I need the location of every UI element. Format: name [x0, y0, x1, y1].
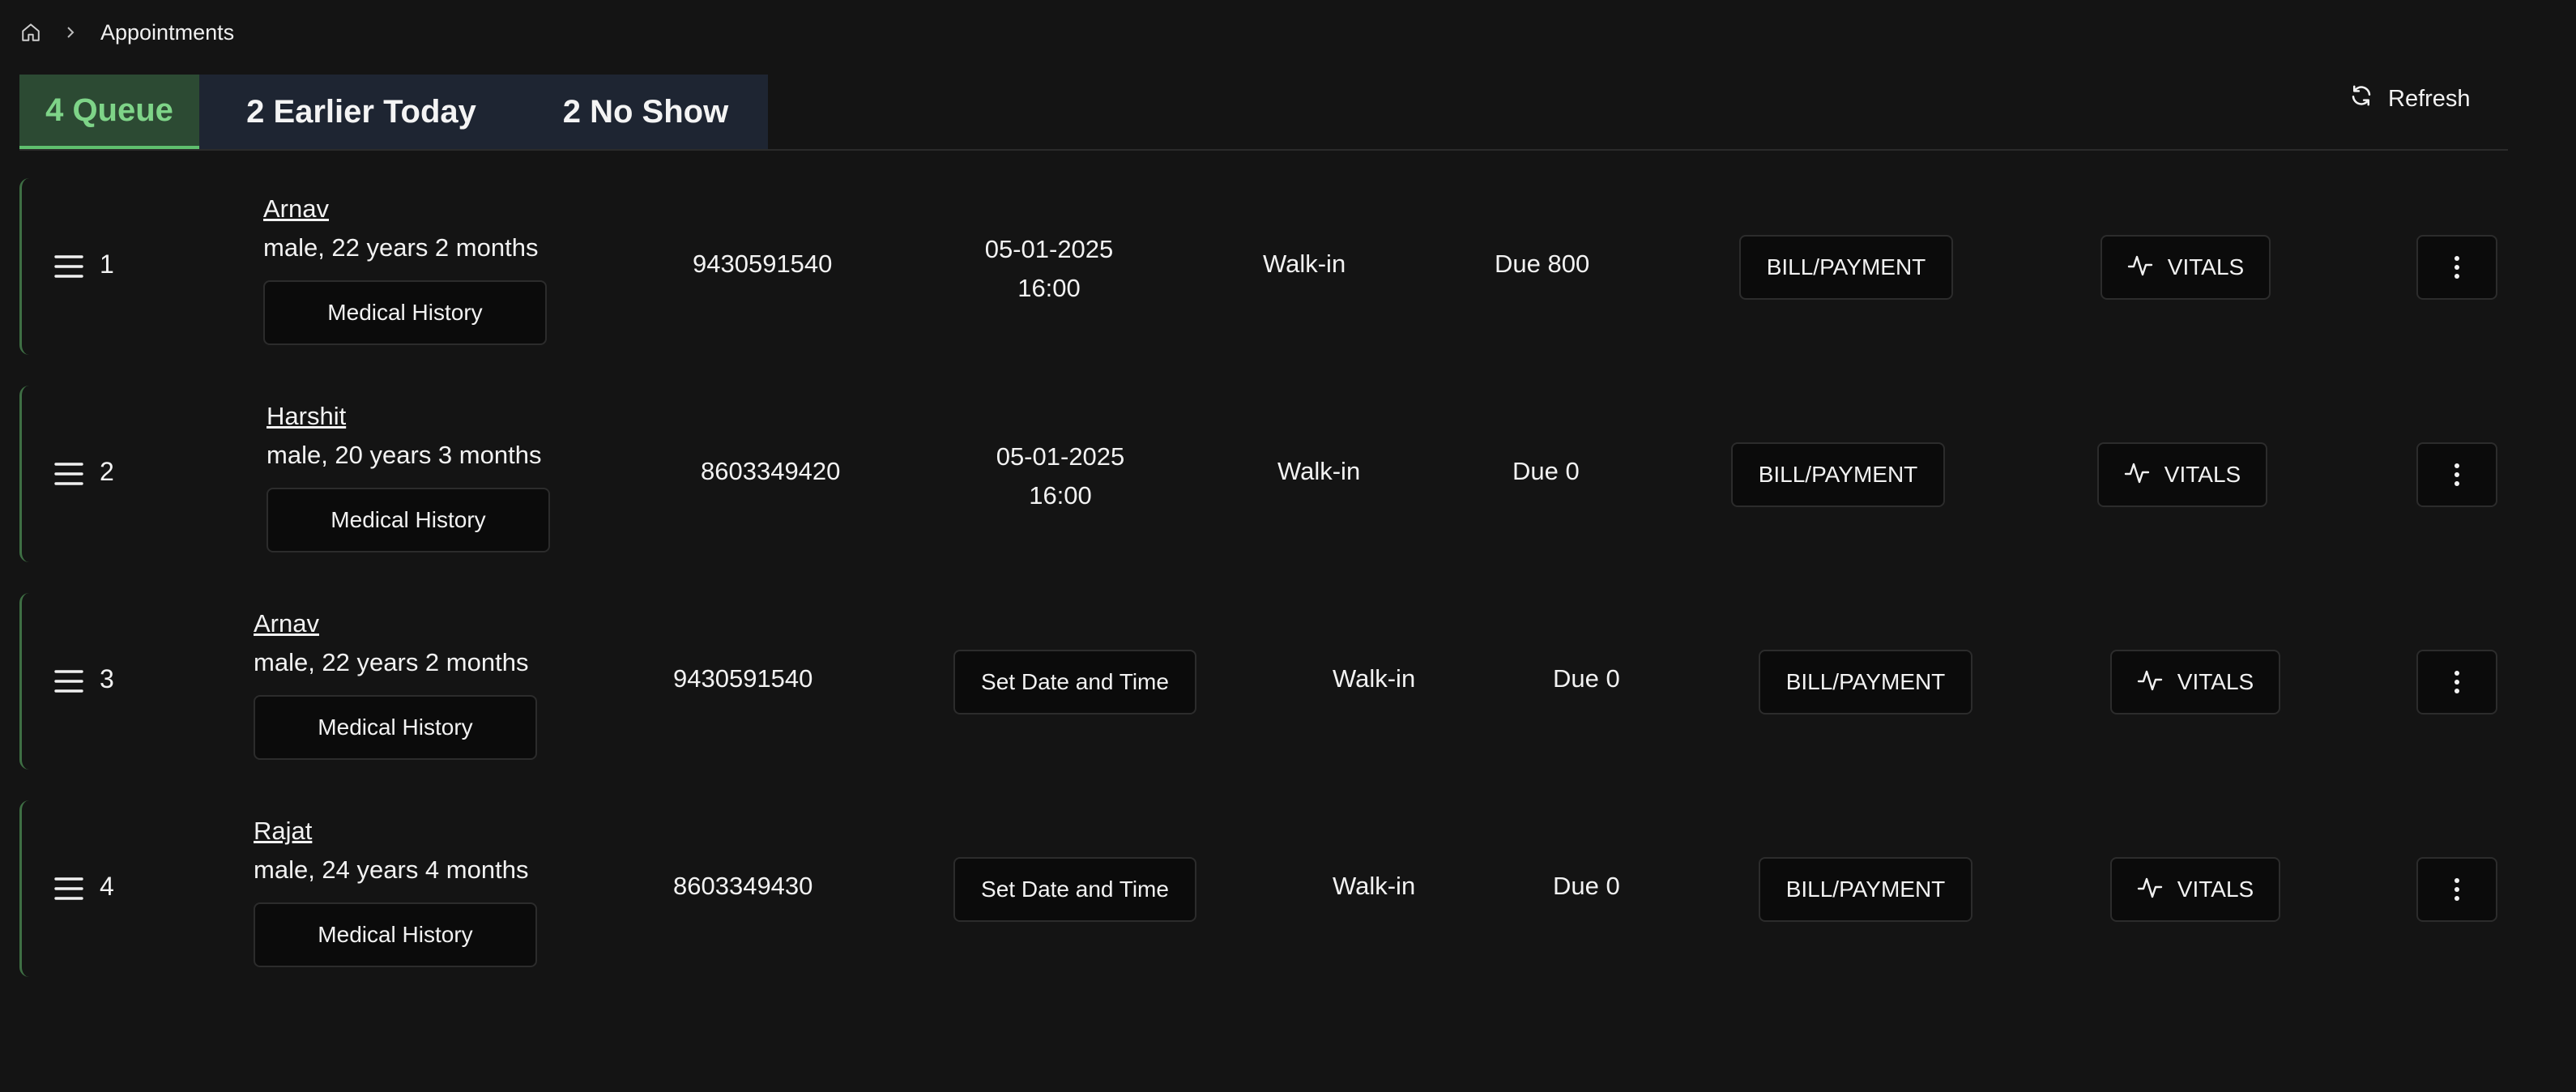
- queue-number: 3: [100, 664, 114, 693]
- patient-details: male, 22 years 2 months: [263, 233, 539, 262]
- due-amount: Due 0: [1553, 664, 1620, 693]
- patient-name-link[interactable]: Arnav: [263, 194, 329, 224]
- visit-type: Walk-in: [1263, 250, 1346, 278]
- chevron-right-icon: [65, 24, 78, 41]
- patient-phone: 8603349430: [673, 872, 813, 900]
- tab-earlier-today[interactable]: 2 Earlier Today: [199, 75, 523, 149]
- appointment-datetime: 05-01-2025 16:00: [979, 437, 1141, 515]
- activity-icon: [2124, 461, 2150, 489]
- queue-number: 1: [100, 250, 114, 279]
- appointment-time: 16:00: [1017, 274, 1081, 302]
- more-vertical-icon: [2454, 878, 2459, 901]
- appointment-tabs: 4 Queue 2 Earlier Today 2 No Show: [19, 75, 768, 149]
- tab-no-show[interactable]: 2 No Show: [523, 75, 768, 149]
- home-icon[interactable]: [19, 21, 42, 44]
- due-amount: Due 0: [1553, 872, 1620, 900]
- visit-type: Walk-in: [1333, 664, 1416, 693]
- patient-phone: 9430591540: [693, 250, 833, 278]
- tabs-divider: [19, 149, 2508, 151]
- more-options-button[interactable]: [2416, 235, 2497, 300]
- drag-handle-icon[interactable]: [54, 254, 83, 279]
- appointments-page: Appointments 4 Queue 2 Earlier Today 2 N…: [0, 0, 2576, 1092]
- drag-handle-icon[interactable]: [54, 668, 83, 694]
- medical-history-button[interactable]: Medical History: [254, 902, 537, 967]
- appointment-time: 16:00: [1029, 481, 1092, 510]
- patient-name-link[interactable]: Arnav: [254, 609, 319, 638]
- queue-row: 4 Rajat male, 24 years 4 months Medical …: [19, 800, 2508, 977]
- queue-number: 2: [100, 457, 114, 486]
- patient-phone: 9430591540: [673, 664, 813, 693]
- more-options-button[interactable]: [2416, 442, 2497, 507]
- patient-phone: 8603349420: [701, 457, 841, 485]
- vitals-button[interactable]: VITALS: [2110, 650, 2280, 714]
- patient-details: male, 20 years 3 months: [267, 441, 542, 469]
- patient-name-link[interactable]: Rajat: [254, 817, 312, 846]
- bill-payment-button[interactable]: BILL/PAYMENT: [1759, 857, 1973, 922]
- queue-row: 1 Arnav male, 22 years 2 months Medical …: [19, 178, 2508, 355]
- vitals-button[interactable]: VITALS: [2097, 442, 2267, 507]
- patient-details: male, 24 years 4 months: [254, 855, 529, 884]
- breadcrumb: Appointments: [19, 16, 234, 49]
- queue-number: 4: [100, 872, 114, 901]
- appointment-datetime: 05-01-2025 16:00: [968, 230, 1130, 308]
- breadcrumb-current: Appointments: [100, 19, 235, 45]
- more-vertical-icon: [2454, 463, 2459, 486]
- patient-details: male, 22 years 2 months: [254, 648, 529, 676]
- appointment-date: 05-01-2025: [996, 442, 1125, 471]
- bill-payment-button[interactable]: BILL/PAYMENT: [1759, 650, 1973, 714]
- queue-row: 2 Harshit male, 20 years 3 months Medica…: [19, 386, 2508, 562]
- vitals-label: VITALS: [2167, 254, 2245, 279]
- queue-row: 3 Arnav male, 22 years 2 months Medical …: [19, 593, 2508, 770]
- vitals-label: VITALS: [2177, 669, 2254, 694]
- vitals-button[interactable]: VITALS: [2100, 235, 2271, 300]
- due-amount: Due 0: [1512, 457, 1580, 485]
- visit-type: Walk-in: [1333, 872, 1416, 900]
- bill-payment-button[interactable]: BILL/PAYMENT: [1731, 442, 1945, 507]
- medical-history-button[interactable]: Medical History: [263, 280, 547, 345]
- visit-type: Walk-in: [1277, 457, 1361, 485]
- activity-icon: [2137, 876, 2163, 904]
- activity-icon: [2137, 668, 2163, 697]
- vitals-label: VITALS: [2177, 877, 2254, 902]
- drag-handle-icon[interactable]: [54, 876, 83, 902]
- medical-history-button[interactable]: Medical History: [254, 695, 537, 760]
- refresh-icon: [2349, 83, 2373, 114]
- refresh-label: Refresh: [2388, 85, 2471, 112]
- activity-icon: [2127, 254, 2153, 282]
- set-date-time-button[interactable]: Set Date and Time: [953, 857, 1196, 922]
- medical-history-button[interactable]: Medical History: [267, 488, 550, 552]
- more-options-button[interactable]: [2416, 650, 2497, 714]
- drag-handle-icon[interactable]: [54, 461, 83, 487]
- due-amount: Due 800: [1495, 250, 1590, 278]
- more-vertical-icon: [2454, 256, 2459, 279]
- more-vertical-icon: [2454, 671, 2459, 693]
- set-date-time-button[interactable]: Set Date and Time: [953, 650, 1196, 714]
- more-options-button[interactable]: [2416, 857, 2497, 922]
- vitals-label: VITALS: [2164, 462, 2241, 487]
- tab-queue[interactable]: 4 Queue: [19, 75, 199, 149]
- vitals-button[interactable]: VITALS: [2110, 857, 2280, 922]
- refresh-button[interactable]: Refresh: [2349, 78, 2471, 120]
- bill-payment-button[interactable]: BILL/PAYMENT: [1739, 235, 1953, 300]
- appointment-date: 05-01-2025: [984, 235, 1114, 263]
- patient-name-link[interactable]: Harshit: [267, 402, 346, 431]
